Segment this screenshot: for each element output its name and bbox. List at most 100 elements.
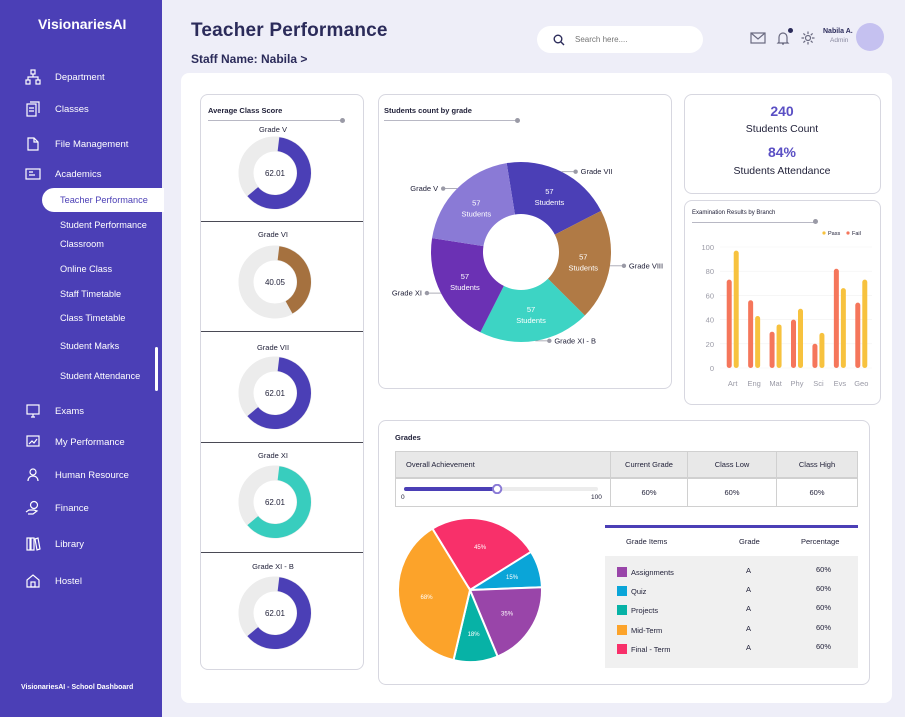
grade-item-name: Assignments xyxy=(631,568,674,577)
classes-icon xyxy=(26,101,40,117)
sidebar-item-department[interactable]: Department xyxy=(25,69,105,85)
sidebar-subitem-student-performance[interactable]: Student Performance xyxy=(60,220,147,230)
bar-fail xyxy=(748,300,754,368)
sidebar-item-file-management[interactable]: File Management xyxy=(25,136,128,152)
segment-label: Grade VIII xyxy=(629,261,663,270)
students-count-label: Students Count xyxy=(745,123,819,135)
grade-item-percentage: 60% xyxy=(816,642,832,651)
segment-label: Grade V xyxy=(410,184,438,193)
sidebar-item-label: Finance xyxy=(55,502,89,514)
grade-item-percentage: 60% xyxy=(816,565,832,574)
bar-fail xyxy=(833,268,839,368)
title-underline xyxy=(692,222,815,223)
grade-label: Grade XI xyxy=(257,451,288,460)
search-bar[interactable] xyxy=(537,26,703,53)
bar-fail xyxy=(855,302,861,368)
sidebar-item-finance[interactable]: Finance xyxy=(25,500,89,516)
label-dot xyxy=(621,263,627,269)
label-dot xyxy=(547,338,552,344)
percentage-header: Percentage xyxy=(801,537,840,546)
sidebar-item-academics[interactable]: Academics xyxy=(25,166,101,182)
students-count-value: 240 xyxy=(770,103,794,119)
separator xyxy=(201,221,363,222)
sidebar-subitem-student-marks[interactable]: Student Marks xyxy=(60,341,119,351)
title-dot xyxy=(813,219,818,224)
score-donut: 62.01 xyxy=(238,136,312,210)
y-tick-label: 40 xyxy=(706,316,714,325)
grade-item-name: Mid-Term xyxy=(631,626,663,635)
grade-item-grade: A xyxy=(746,585,752,594)
separator xyxy=(201,552,363,553)
slider-min: 0 xyxy=(401,494,405,501)
current-grade-header: Current Grade xyxy=(610,451,688,478)
current-grade-value: 60% xyxy=(610,478,688,507)
slider-max: 100 xyxy=(591,494,602,501)
sidebar-item-label: Hostel xyxy=(55,575,82,587)
pie-slice-label: 15% xyxy=(506,575,519,581)
file-icon xyxy=(27,137,39,151)
sidebar-subitem-teacher-performance[interactable]: Teacher Performance xyxy=(42,188,164,212)
user-name: Nabila A. xyxy=(823,28,853,35)
bar-fail xyxy=(812,343,818,368)
grade-item-grade: A xyxy=(746,604,752,613)
segment-value: 57 xyxy=(545,187,553,196)
sidebar-item-hostel[interactable]: Hostel xyxy=(25,573,82,589)
search-input[interactable] xyxy=(575,35,695,44)
grade-item-swatch xyxy=(617,586,627,596)
achievement-slider[interactable] xyxy=(400,484,598,494)
bar-fail xyxy=(769,331,775,368)
sidebar-item-human-resource[interactable]: Human Resource xyxy=(25,467,129,483)
search-icon xyxy=(553,34,565,45)
score-donut: 62.01 xyxy=(238,465,312,539)
title-dot xyxy=(515,118,520,123)
sidebar-item-classes[interactable]: Classes xyxy=(25,101,89,117)
grade-label: Grade XI - B xyxy=(252,562,294,571)
sidebar-item-label: Human Resource xyxy=(55,469,129,481)
segment-value: 57 xyxy=(527,305,535,314)
avatar[interactable] xyxy=(856,23,884,51)
score-donut: 62.01 xyxy=(238,576,312,650)
mail-icon[interactable] xyxy=(750,30,766,46)
pie-slice-label: 45% xyxy=(474,545,487,551)
y-tick-label: 60 xyxy=(706,291,714,300)
x-tick-label: Geo xyxy=(854,379,868,388)
sidebar-item-my-performance[interactable]: My Performance xyxy=(25,434,125,450)
gear-icon[interactable] xyxy=(800,30,816,46)
sidebar-scrollbar[interactable] xyxy=(155,347,158,391)
x-tick-label: Evs xyxy=(834,379,847,388)
class-high-value: 60% xyxy=(776,478,858,507)
sidebar-subitem-class-timetable[interactable]: Class Timetable xyxy=(60,313,125,323)
legend-label: Pass xyxy=(828,231,840,237)
chart-title: Examination Results by Branch xyxy=(692,210,776,216)
exams-icon xyxy=(26,404,40,418)
sidebar-subitem-staff-timetable[interactable]: Staff Timetable xyxy=(60,289,121,299)
separator xyxy=(201,442,363,443)
segment-value: 57 xyxy=(461,272,469,281)
staff-selector[interactable]: Staff Name: Nabila > xyxy=(191,52,307,66)
bar-pass xyxy=(776,324,782,368)
sidebar-subitem-online-class[interactable]: Online Class xyxy=(60,264,112,274)
department-icon xyxy=(25,69,41,85)
donut-value-label: 62.01 xyxy=(265,169,286,178)
title-underline xyxy=(208,120,342,121)
grades-pie-chart: 45% 15% 35% 18% 68% xyxy=(397,517,543,663)
sidebar-item-library[interactable]: Library xyxy=(25,536,84,552)
sidebar-subitem-classroom[interactable]: Classroom xyxy=(60,239,104,249)
grade-item-name: Quiz xyxy=(631,587,647,596)
segment-unit: Students xyxy=(516,316,546,325)
grade-item-swatch xyxy=(617,644,627,654)
sidebar-subitem-student-attendance[interactable]: Student Attendance xyxy=(60,371,140,381)
slider-handle[interactable] xyxy=(491,484,503,494)
x-tick-label: Phy xyxy=(791,379,804,388)
slider-fill xyxy=(404,487,498,491)
sidebar-item-label: Library xyxy=(55,538,85,550)
legend-swatch xyxy=(846,231,850,235)
sidebar-item-exams[interactable]: Exams xyxy=(25,403,84,419)
label-dot xyxy=(424,290,430,296)
segment-label: Grade XI - B xyxy=(554,336,596,345)
segment-label: Grade XI xyxy=(392,289,422,298)
class-high-header: Class High xyxy=(776,451,858,478)
performance-icon xyxy=(26,435,40,447)
grade-item-swatch xyxy=(617,567,627,577)
score-donut: 62.01 xyxy=(238,356,312,430)
